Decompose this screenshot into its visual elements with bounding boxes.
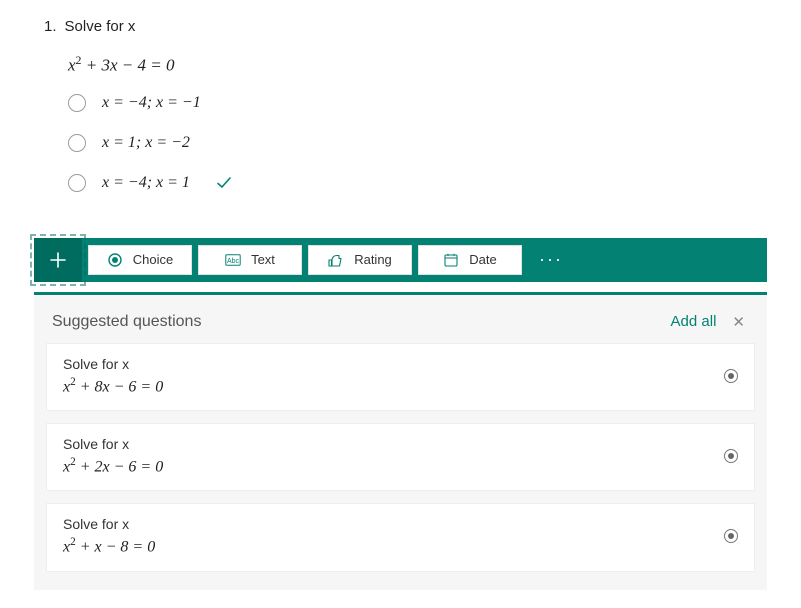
radio-icon bbox=[68, 94, 86, 112]
answer-text: x = 1; x = −2 bbox=[102, 134, 190, 152]
answer-option[interactable]: x = 1; x = −2 bbox=[68, 134, 801, 152]
svg-text:Abc: Abc bbox=[227, 258, 240, 265]
close-icon[interactable]: ✕ bbox=[732, 313, 745, 331]
date-type-button[interactable]: Date bbox=[418, 245, 522, 275]
question-block: 1. Solve for x x2 + 3x − 4 = 0 x = −4; x… bbox=[0, 18, 801, 192]
question-title: Solve for x bbox=[65, 18, 136, 35]
add-question-button[interactable] bbox=[34, 238, 82, 282]
suggested-header: Suggested questions bbox=[52, 313, 201, 331]
date-label: Date bbox=[469, 252, 496, 267]
suggested-equation: x2 + x − 8 = 0 bbox=[63, 536, 155, 556]
add-all-button[interactable]: Add all bbox=[671, 313, 717, 330]
question-title-row: 1. Solve for x bbox=[44, 18, 801, 35]
question-number: 1. bbox=[44, 18, 57, 35]
choice-type-button[interactable]: Choice bbox=[88, 245, 192, 275]
question-type-toolbar: Choice Abc Text Rating bbox=[34, 238, 767, 282]
more-types-button[interactable]: ··· bbox=[528, 249, 574, 270]
answers-list: x = −4; x = −1 x = 1; x = −2 x = −4; x =… bbox=[68, 94, 801, 192]
suggested-radio-icon[interactable] bbox=[724, 369, 738, 383]
suggested-questions-panel: Suggested questions Add all ✕ Solve for … bbox=[34, 292, 767, 590]
suggested-equation: x2 + 8x − 6 = 0 bbox=[63, 376, 163, 396]
answer-text: x = −4; x = −1 bbox=[102, 94, 201, 112]
question-equation: x2 + 3x − 4 = 0 bbox=[68, 53, 801, 76]
suggested-question-card[interactable]: Solve for x x2 + x − 8 = 0 bbox=[46, 503, 755, 571]
suggested-radio-icon[interactable] bbox=[724, 529, 738, 543]
suggested-radio-icon[interactable] bbox=[724, 449, 738, 463]
rating-icon bbox=[328, 252, 344, 268]
suggested-equation: x2 + 2x − 6 = 0 bbox=[63, 456, 163, 476]
answer-option[interactable]: x = −4; x = −1 bbox=[68, 94, 801, 112]
suggested-title: Solve for x bbox=[63, 436, 163, 452]
text-icon: Abc bbox=[225, 252, 241, 268]
rating-type-button[interactable]: Rating bbox=[308, 245, 412, 275]
rating-label: Rating bbox=[354, 252, 392, 267]
suggested-question-card[interactable]: Solve for x x2 + 2x − 6 = 0 bbox=[46, 423, 755, 491]
choice-icon bbox=[107, 252, 123, 268]
choice-label: Choice bbox=[133, 252, 173, 267]
radio-icon bbox=[68, 134, 86, 152]
answer-option[interactable]: x = −4; x = 1 bbox=[68, 174, 801, 192]
text-type-button[interactable]: Abc Text bbox=[198, 245, 302, 275]
answer-text: x = −4; x = 1 bbox=[102, 174, 190, 192]
date-icon bbox=[443, 252, 459, 268]
suggested-title: Solve for x bbox=[63, 356, 163, 372]
suggested-question-card[interactable]: Solve for x x2 + 8x − 6 = 0 bbox=[46, 343, 755, 411]
suggested-title: Solve for x bbox=[63, 516, 155, 532]
check-icon bbox=[216, 175, 232, 191]
text-label: Text bbox=[251, 252, 275, 267]
radio-icon bbox=[68, 174, 86, 192]
